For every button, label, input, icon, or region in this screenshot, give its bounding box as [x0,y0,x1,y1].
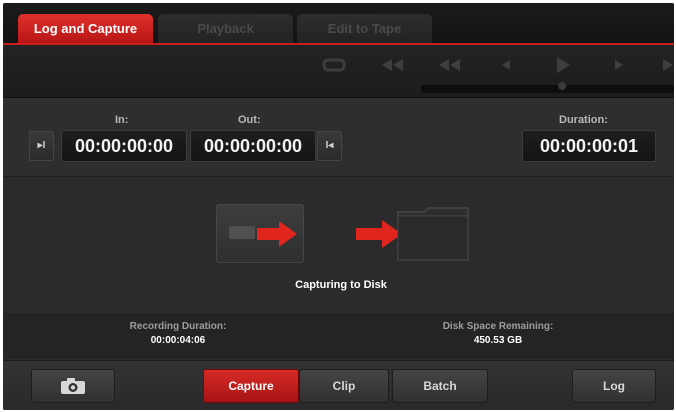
mark-out-button[interactable]: I◂ [317,131,342,161]
snapshot-button[interactable] [31,369,115,403]
video-source-icon [216,204,304,263]
scrub-bar[interactable] [421,85,674,93]
tab-log-and-capture[interactable]: Log and Capture [18,14,153,43]
tab-playback[interactable]: Playback [158,14,293,43]
loop-icon[interactable] [321,57,347,73]
scrub-handle[interactable] [558,82,566,90]
clip-button[interactable]: Clip [299,369,389,403]
tab-edit-to-tape[interactable]: Edit to Tape [297,14,432,43]
out-label: Out: [238,114,261,126]
batch-button[interactable]: Batch [392,369,488,403]
capture-window: Log and Capture Playback Edit to Tape In… [3,3,674,410]
duration-timecode-field: 00:00:00:01 [522,130,656,162]
disk-folder-icon [397,207,469,261]
tab-bar: Log and Capture Playback Edit to Tape [3,3,674,45]
transport-bar [3,45,674,98]
disk-space-value: 450.53 GB [473,335,523,346]
disk-space-label: Disk Space Remaining: [442,321,554,332]
in-timecode-field[interactable]: 00:00:00:00 [61,130,187,162]
duration-label: Duration: [559,114,608,126]
recording-duration-value: 00:00:04:06 [150,335,206,346]
rewind-icon[interactable] [436,57,462,73]
out-timecode-field[interactable]: 00:00:00:00 [190,130,316,162]
log-button[interactable]: Log [572,369,656,403]
capture-status-area [3,177,674,313]
camera-icon [61,378,85,394]
fast-forward-icon[interactable] [661,57,674,73]
jump-to-start-icon[interactable] [379,57,405,73]
step-back-icon[interactable] [498,57,514,73]
mark-in-button[interactable]: ▸I [29,131,54,161]
in-label: In: [115,114,129,126]
play-icon[interactable] [554,55,572,75]
step-forward-icon[interactable] [611,57,627,73]
capture-status-caption: Capturing to Disk [295,279,387,291]
recording-duration-label: Recording Duration: [129,321,227,332]
capture-button[interactable]: Capture [203,369,299,403]
